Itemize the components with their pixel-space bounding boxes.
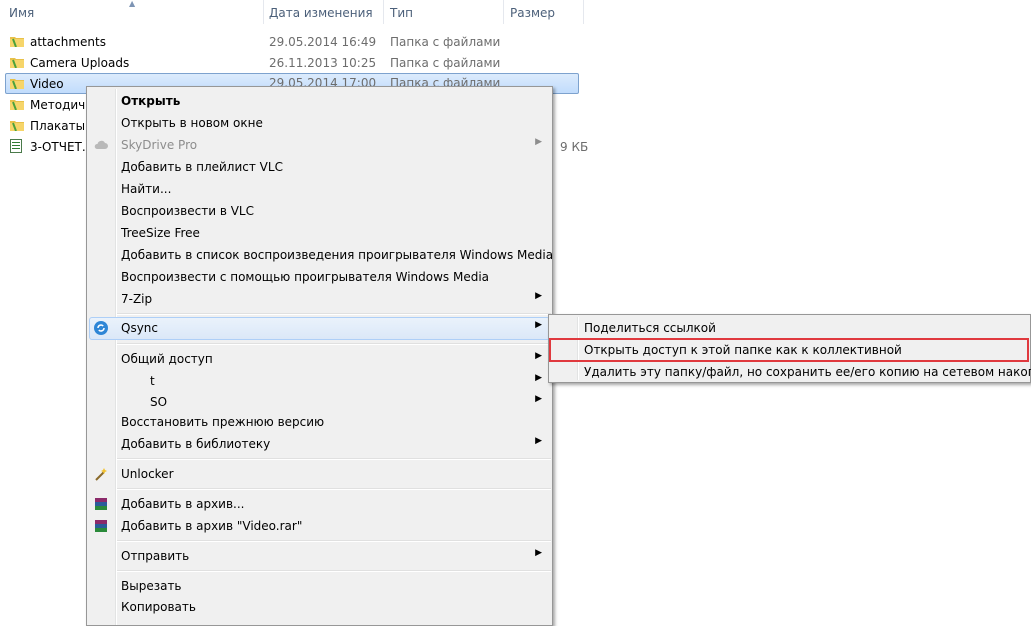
menu-item-label: t [150, 374, 155, 388]
column-size-header[interactable]: Размер [510, 0, 555, 24]
menu-item-open[interactable]: Открыть [89, 90, 550, 112]
submenu-arrow-icon: ▶ [535, 137, 542, 147]
submenu-item-remove-keep-copy[interactable]: Удалить эту папку/файл, но сохранить ее/… [551, 361, 1031, 383]
cloud-icon [94, 140, 108, 149]
menu-item-label: Вырезать [121, 579, 182, 593]
menu-item-label: SO [150, 395, 168, 409]
menu-item-cut[interactable]: Вырезать [89, 575, 550, 597]
document-icon [10, 139, 22, 153]
menu-item-label: Добавить в список воспроизведения проигр… [121, 248, 554, 262]
column-divider[interactable] [383, 0, 384, 24]
menu-item-skydrive-pro[interactable]: SkyDrive Pro ▶ [89, 134, 550, 156]
menu-separator [117, 488, 551, 490]
menu-separator [117, 458, 551, 460]
folder-icon [10, 79, 24, 89]
menu-item-open-new-window[interactable]: Открыть в новом окне [89, 112, 550, 134]
menu-item-play-vlc[interactable]: Воспроизвести в VLC [89, 200, 550, 222]
magic-wand-icon [95, 468, 107, 481]
menu-item-find[interactable]: Найти... [89, 178, 550, 200]
file-name: attachments [30, 35, 106, 49]
menu-item-label: Добавить в библиотеку [121, 437, 271, 451]
column-date-header[interactable]: Дата изменения [269, 0, 373, 24]
menu-item-add-video-rar[interactable]: Добавить в архив "Video.rar" [89, 515, 550, 537]
submenu-arrow-icon: ▶ [535, 436, 542, 446]
file-name: Video [30, 77, 64, 91]
menu-item-label: Копировать [121, 600, 196, 614]
column-header-bar: Имя ▲ Дата изменения Тип Размер [0, 0, 585, 24]
file-row-attachments[interactable]: attachments 29.05.2014 16:49 Папка с фай… [5, 32, 579, 52]
menu-item-label: SkyDrive Pro [121, 138, 198, 152]
folder-icon [10, 121, 24, 131]
file-name: Camera Uploads [30, 56, 130, 70]
menu-item-add-archive[interactable]: Добавить в архив... [89, 493, 550, 515]
menu-item-unlocker[interactable]: Unlocker [89, 463, 550, 485]
menu-item-label: TreeSize Free [121, 226, 200, 240]
menu-item-label: Qsync [121, 321, 159, 335]
file-name: Плакаты [30, 119, 86, 133]
menu-item-label: Unlocker [121, 467, 174, 481]
menu-item-send-to[interactable]: Отправить ▶ [89, 545, 550, 567]
menu-item-label: Отправить [121, 549, 190, 563]
menu-separator [117, 343, 551, 345]
folder-icon [10, 58, 24, 68]
file-name: Методичк [30, 98, 93, 112]
file-row-camera-uploads[interactable]: Camera Uploads 26.11.2013 10:25 Папка с … [5, 53, 579, 73]
sort-ascending-icon: ▲ [129, 0, 136, 8]
menu-item-copy[interactable]: Копировать [89, 596, 550, 618]
winrar-icon [95, 520, 107, 532]
menu-item-label: Найти... [121, 182, 172, 196]
column-divider[interactable] [583, 0, 584, 24]
menu-item-7zip[interactable]: 7-Zip ▶ [89, 288, 550, 310]
menu-item-restore-version[interactable]: Восстановить прежнюю версию [89, 411, 550, 433]
menu-item-treesize[interactable]: TreeSize Free [89, 222, 550, 244]
submenu-arrow-icon: ▶ [535, 394, 542, 404]
menu-item-sharing[interactable]: Общий доступ ▶ [89, 348, 550, 370]
menu-item-label: Восстановить прежнюю версию [121, 415, 325, 429]
menu-item-label: Открыть [121, 94, 181, 108]
submenu-arrow-icon: ▶ [535, 548, 542, 558]
submenu-arrow-icon: ▶ [535, 373, 542, 383]
context-menu: Открыть Открыть в новом окне SkyDrive Pr… [86, 86, 553, 626]
file-size: 9 КБ [560, 140, 589, 154]
menu-separator [117, 540, 551, 542]
file-date: 26.11.2013 10:25 [269, 56, 377, 70]
menu-item-label: Добавить в плейлист VLC [121, 160, 283, 174]
menu-item-label: Поделиться ссылкой [584, 321, 716, 335]
submenu-arrow-icon: ▶ [535, 351, 542, 361]
menu-item-label: Удалить эту папку/файл, но сохранить ее/… [584, 365, 1031, 379]
menu-item-label: Общий доступ [121, 352, 213, 366]
submenu-arrow-icon: ▶ [535, 291, 542, 301]
folder-icon [10, 37, 24, 47]
menu-item-label: Добавить в архив "Video.rar" [121, 519, 303, 533]
file-type: Папка с файлами [390, 35, 501, 49]
submenu-arrow-icon: ▶ [535, 320, 542, 330]
menu-item-label: Воспроизвести в VLC [121, 204, 254, 218]
menu-item-add-vlc-playlist[interactable]: Добавить в плейлист VLC [89, 156, 550, 178]
menu-item-add-library[interactable]: Добавить в библиотеку ▶ [89, 433, 550, 455]
menu-item-label: Добавить в архив... [121, 497, 245, 511]
column-divider[interactable] [503, 0, 504, 24]
folder-icon [10, 100, 24, 110]
column-divider[interactable] [263, 0, 264, 24]
menu-item-so[interactable]: SO ▶ [89, 391, 550, 413]
file-date: 29.05.2014 16:49 [269, 35, 377, 49]
column-name-header[interactable]: Имя [9, 0, 34, 24]
qsync-icon [94, 321, 108, 335]
menu-item-label: Воспроизвести с помощью проигрывателя Wi… [121, 270, 490, 284]
menu-item-label: 7-Zip [121, 292, 153, 306]
file-type: Папка с файлами [390, 56, 501, 70]
menu-separator [117, 313, 551, 315]
menu-item-qsync[interactable]: Qsync ▶ [89, 317, 550, 340]
menu-item-play-wmp[interactable]: Воспроизвести с помощью проигрывателя Wi… [89, 266, 550, 288]
winrar-icon [95, 498, 107, 510]
menu-separator [117, 570, 551, 572]
menu-item-label: Открыть в новом окне [121, 116, 263, 130]
menu-item-t[interactable]: t ▶ [89, 370, 550, 392]
menu-item-add-wmp-list[interactable]: Добавить в список воспроизведения проигр… [89, 244, 554, 266]
annotation-highlight-box [549, 338, 1029, 362]
column-type-header[interactable]: Тип [390, 0, 413, 24]
file-name: 3-ОТЧЕТ.c [30, 140, 93, 154]
submenu-item-share-link[interactable]: Поделиться ссылкой [551, 317, 1028, 339]
